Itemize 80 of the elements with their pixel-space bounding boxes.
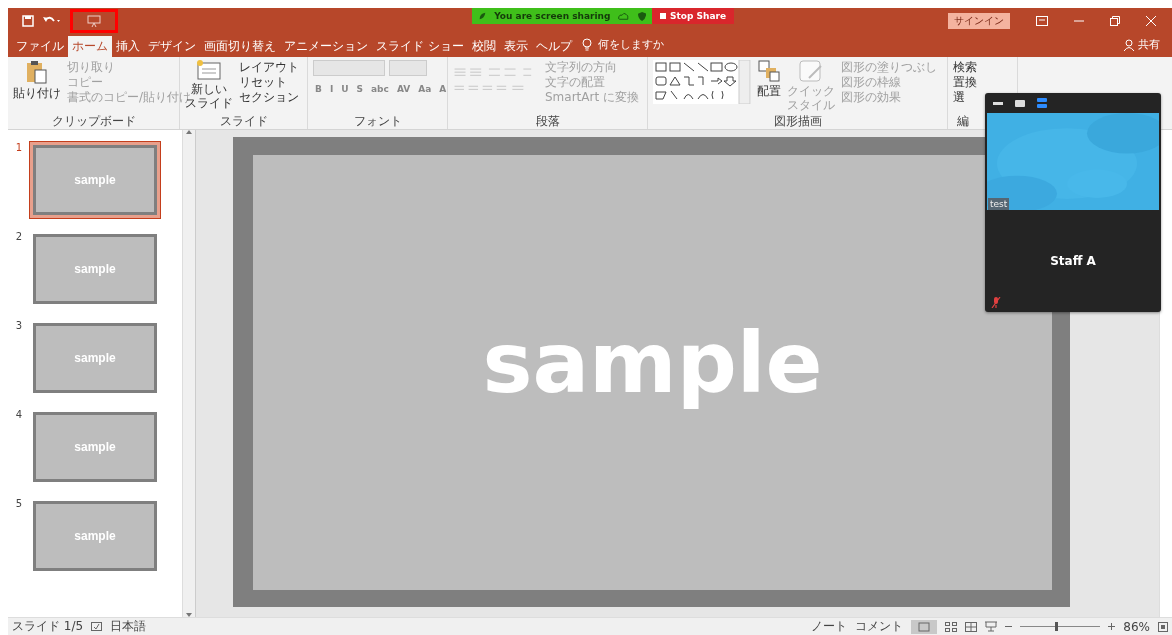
slide-number: 5 [14, 498, 24, 509]
ribbon-tab[interactable]: 校閲 [467, 36, 500, 57]
group-label: 編 [956, 114, 970, 129]
section-button[interactable]: セクション [239, 90, 299, 104]
reset-button[interactable]: リセット [239, 75, 299, 89]
font-format-button[interactable]: S [354, 84, 366, 94]
group-label: 図形描画 [772, 114, 823, 129]
paste-button[interactable]: 貼り付け [13, 86, 61, 100]
normal-view-icon[interactable] [911, 619, 938, 634]
zoom-out-icon[interactable] [1005, 623, 1013, 630]
notes-button[interactable]: ノート [811, 618, 848, 635]
ribbon-display-icon[interactable] [1036, 15, 1048, 26]
minimize-icon[interactable] [993, 101, 1003, 105]
find-button[interactable]: 検索 [953, 60, 977, 74]
restore-icon[interactable] [1110, 15, 1120, 26]
shapes-gallery-icon[interactable] [653, 60, 751, 104]
clipboard-icon [26, 60, 48, 84]
tell-me-search[interactable]: 何をしますか [597, 37, 664, 52]
quick-styles-icon [799, 60, 823, 82]
arrange-icon [758, 60, 780, 82]
zoom-slider-thumb[interactable] [1055, 622, 1059, 631]
scrollbar[interactable] [182, 130, 195, 617]
arrange-button[interactable]: 配置 [757, 84, 781, 98]
ribbon-tab[interactable]: ホーム [68, 36, 112, 57]
reading-view-icon[interactable] [965, 621, 978, 632]
slide-count: スライド 1/5 [12, 618, 84, 635]
ribbon-tab[interactable]: アニメーション [280, 36, 372, 57]
save-icon[interactable] [22, 14, 34, 27]
stop-share-button[interactable]: Stop Share [652, 8, 735, 24]
sign-in-button[interactable]: サインイン [948, 12, 1010, 29]
font-format-button[interactable]: AV [394, 84, 413, 94]
grid-view-icon[interactable] [945, 621, 958, 632]
replace-button[interactable]: 置換 [953, 75, 977, 89]
close-icon[interactable] [1146, 15, 1156, 26]
group-label: 段落 [534, 114, 561, 129]
zoom-in-icon[interactable] [1108, 623, 1116, 630]
font-format-button[interactable]: I [327, 84, 336, 94]
ribbon-tab[interactable]: 表示 [499, 36, 532, 57]
new-slide-icon [197, 60, 221, 80]
slide-number: 4 [14, 409, 24, 420]
ribbon-tab[interactable]: スライド ショー [372, 36, 468, 57]
font-size-field[interactable] [389, 60, 427, 76]
sharing-status: You are screen sharing [494, 11, 611, 21]
slide-number: 1 [14, 142, 24, 153]
group-label: クリップボード [50, 114, 137, 129]
select-button[interactable]: 選 [953, 90, 977, 104]
font-format-button[interactable]: Aa [416, 84, 434, 94]
group-label: スライド [218, 114, 269, 129]
font-format-button[interactable]: U [339, 84, 351, 94]
scrollbar[interactable] [1159, 130, 1172, 617]
language-indicator[interactable]: 日本語 [110, 618, 147, 635]
participant-name: Staff A [1050, 254, 1096, 268]
slide-number: 2 [14, 231, 24, 242]
slide-title: sample [482, 313, 823, 412]
stacked-view-icon[interactable] [1037, 98, 1047, 108]
share-button[interactable]: 共有 [1138, 37, 1160, 52]
lightbulb-icon [581, 38, 592, 51]
window-icon[interactable] [1015, 99, 1025, 107]
comments-button[interactable]: コメント [855, 618, 904, 635]
zoom-level[interactable]: 86% [1123, 619, 1150, 634]
font-format-button[interactable]: B [313, 84, 324, 94]
cloud-icon [618, 11, 630, 21]
ribbon-tab[interactable]: 画面切り替え [200, 36, 280, 57]
ribbon-tab[interactable]: デザイン [144, 36, 200, 57]
ribbon-tab[interactable]: ヘルプ [531, 36, 576, 57]
shield-icon [637, 10, 646, 22]
slide-number: 3 [14, 320, 24, 331]
spell-check-icon[interactable] [91, 622, 103, 631]
fit-to-window-icon[interactable] [1158, 621, 1168, 632]
font-format-button[interactable]: abc [369, 84, 391, 94]
video-label: test [988, 198, 1010, 210]
font-format-button[interactable]: A [437, 84, 449, 94]
ribbon-tab[interactable]: 挿入 [112, 36, 144, 57]
ribbon-tab[interactable]: ファイル [12, 36, 68, 57]
slideshow-icon[interactable] [985, 621, 998, 632]
group-label: フォント [352, 114, 403, 129]
person-icon [1124, 39, 1135, 51]
leaf-icon [478, 11, 487, 21]
layout-button[interactable]: レイアウト [239, 60, 299, 74]
font-name-field[interactable] [313, 60, 385, 76]
